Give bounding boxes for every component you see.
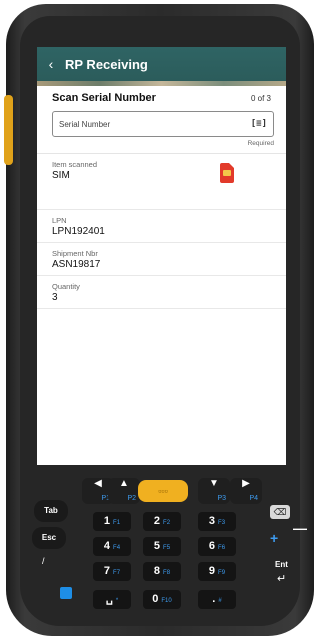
key-6-label: 6: [208, 540, 216, 552]
key-0-sub: F10: [161, 598, 172, 604]
item-scanned-field: Item scanned SIM: [37, 154, 286, 210]
key-3-sub: F3: [218, 520, 226, 526]
nav-down-sub: P3: [217, 495, 226, 502]
serial-number-placeholder: Serial Number: [59, 119, 111, 129]
key-3-label: 3: [208, 515, 216, 527]
barcode-scan-icon[interactable]: [≡]: [251, 119, 267, 129]
nav-right-key[interactable]: ▶ P4: [230, 478, 262, 504]
key-1[interactable]: 1 F1: [93, 512, 131, 531]
shipment-label: Shipment Nbr: [52, 249, 98, 258]
lpn-label: LPN: [52, 216, 67, 225]
key-space[interactable]: ␣ *: [93, 590, 131, 609]
app-bar: ‹ RP Receiving: [37, 47, 286, 81]
minus-key[interactable]: —: [293, 520, 307, 536]
key-9[interactable]: 9 F9: [198, 562, 236, 581]
key-1-sub: F1: [113, 520, 121, 526]
key-1-label: 1: [103, 515, 111, 527]
plus-key[interactable]: +: [270, 530, 278, 546]
key-6-sub: F6: [218, 545, 226, 551]
key-space-sub: *: [115, 598, 119, 604]
key-8-sub: F8: [163, 570, 171, 576]
side-scan-button[interactable]: [4, 95, 13, 165]
nav-down-key[interactable]: ▼ P3: [198, 478, 230, 504]
scan-section-header: Scan Serial Number 0 of 3: [37, 86, 286, 104]
nav-down-arrow-icon: ▼: [209, 478, 219, 489]
app-screen: ‹ RP Receiving Scan Serial Number 0 of 3…: [37, 47, 286, 465]
sim-card-icon: [220, 163, 234, 183]
slash-symbol: /: [42, 556, 45, 566]
key-0[interactable]: 0 F10: [143, 590, 181, 609]
scan-title: Scan Serial Number: [52, 92, 156, 104]
key-8-label: 8: [153, 565, 161, 577]
key-0-label: 0: [152, 593, 159, 605]
key-5[interactable]: 5 F5: [143, 537, 181, 556]
key-3[interactable]: 3 F3: [198, 512, 236, 531]
esc-key[interactable]: Esc: [32, 527, 66, 549]
nav-left-arrow-icon: ◀: [94, 478, 102, 489]
nav-right-sub: P4: [249, 495, 258, 502]
center-scan-key[interactable]: ▫▫▫: [138, 480, 188, 502]
app-title: RP Receiving: [65, 56, 148, 72]
required-label: Required: [247, 140, 274, 147]
nav-right-arrow-icon: ▶: [242, 478, 250, 489]
shipment-value: ASN19817: [52, 259, 101, 270]
quantity-value: 3: [52, 292, 58, 303]
key-9-label: 9: [208, 565, 216, 577]
serial-number-input[interactable]: Serial Number [≡]: [52, 111, 274, 137]
key-6[interactable]: 6 F6: [198, 537, 236, 556]
key-4-sub: F4: [113, 545, 121, 551]
nav-up-arrow-icon: ▲: [119, 478, 129, 489]
quantity-label: Quantity: [52, 282, 80, 291]
enter-key[interactable]: Ent: [275, 560, 288, 569]
scan-counter: 0 of 3: [250, 93, 271, 103]
key-7-label: 7: [103, 565, 111, 577]
key-7[interactable]: 7 F7: [93, 562, 131, 581]
back-arrow-icon[interactable]: ‹: [37, 56, 65, 72]
item-scanned-label: Item scanned: [52, 160, 98, 169]
tab-key[interactable]: Tab: [34, 500, 68, 522]
enter-arrow-icon: ↵: [277, 573, 287, 585]
key-space-label: ␣: [105, 593, 113, 605]
key-8[interactable]: 8 F8: [143, 562, 181, 581]
nav-up-sub: P2: [127, 495, 136, 502]
shipment-field: Shipment Nbr ASN19817: [37, 243, 286, 276]
nav-up-key[interactable]: ▲ P2: [108, 478, 140, 504]
lpn-field: LPN LPN192401: [37, 210, 286, 243]
lpn-value: LPN192401: [52, 226, 105, 237]
key-2-sub: F2: [163, 520, 171, 526]
key-2[interactable]: 2 F2: [143, 512, 181, 531]
key-dot-label: .: [212, 593, 216, 605]
key-5-sub: F5: [163, 545, 171, 551]
key-2-label: 2: [153, 515, 161, 527]
key-5-label: 5: [153, 540, 161, 552]
backspace-key[interactable]: ⌫: [270, 505, 290, 519]
key-4[interactable]: 4 F4: [93, 537, 131, 556]
item-scanned-value: SIM: [52, 170, 70, 181]
key-7-sub: F7: [113, 570, 121, 576]
function-blue-key[interactable]: [60, 587, 72, 599]
key-9-sub: F9: [218, 570, 226, 576]
key-4-label: 4: [103, 540, 111, 552]
key-dot-sub: #: [218, 598, 222, 604]
key-dot[interactable]: . #: [198, 590, 236, 609]
quantity-field: Quantity 3: [37, 276, 286, 309]
